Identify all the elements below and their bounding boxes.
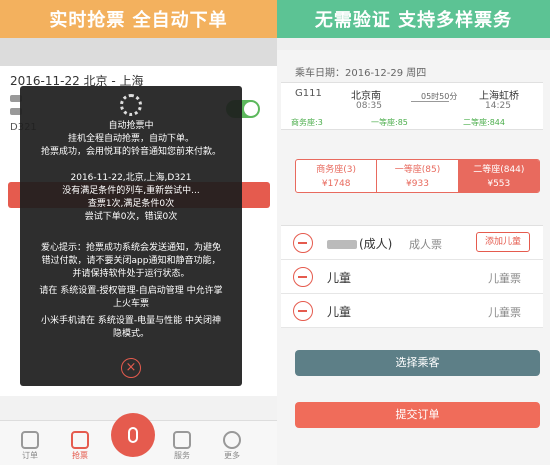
seat-first-count: 一等座:85: [371, 118, 408, 127]
train-number: G111: [295, 88, 322, 99]
dialog-line: 没有满足条件的列车,重新尝试中...: [62, 186, 200, 196]
dialog-line: 2016-11-22,北京,上海,D321: [70, 173, 192, 183]
nav-label: 订单: [22, 451, 38, 460]
dialog-line: 上火车票: [112, 299, 149, 309]
seat-name: 一等座(85): [394, 165, 441, 175]
left-banner: 实时抢票 全自动下单: [0, 0, 277, 38]
passenger-name: 儿童: [327, 271, 352, 285]
remove-passenger-icon[interactable]: [293, 301, 313, 321]
dialog-line: 请在 系统设置-授权管理-自启动管理 中允许掌: [39, 286, 223, 296]
arrow-icon: [411, 101, 449, 102]
nav-orders[interactable]: 订单: [10, 431, 50, 461]
to-time: 14:25: [485, 101, 511, 111]
train-card[interactable]: G111 北京南 08:35 05时50分 上海虹桥 14:25 商务座:3 一…: [281, 82, 543, 130]
nav-label: 服务: [174, 451, 190, 460]
ride-date: 乘车日期：2016-12-29 周四: [295, 68, 427, 79]
dialog-line: 小米手机请在 系统设置-电量与性能 中关闭神: [41, 316, 221, 326]
from-station: 北京南: [351, 91, 381, 102]
ticket-type: 成人票: [409, 238, 442, 251]
list-item: 儿童 儿童票: [281, 294, 543, 328]
remove-passenger-icon[interactable]: [293, 267, 313, 287]
dialog-line: 查票1次,满足条件0次: [87, 199, 175, 209]
status-bar: [0, 38, 277, 66]
seat-type-tabs: 商务座(3) ¥1748 一等座(85) ¥933 二等座(844) ¥553: [295, 159, 540, 193]
left-screenshot: 实时抢票 全自动下单 2016-11-22 北京 - 上海 D321 自动抢票中…: [0, 0, 277, 465]
seat-name: 商务座(3): [316, 165, 357, 175]
right-screenshot: 无需验证 支持多样票务 乘车日期：2016-12-29 周四 G111 北京南 …: [277, 0, 550, 465]
ticket-type: 儿童票: [488, 272, 521, 285]
passenger-name: 儿童: [327, 305, 352, 319]
seat-business-count: 商务座:3: [291, 118, 323, 127]
seat-price: ¥553: [487, 179, 511, 189]
nav-label: 抢票: [72, 451, 88, 460]
select-passenger-button[interactable]: 选择乘客: [295, 350, 540, 376]
dialog-line: 爱心提示：抢票成功系统会发送通知，为避免: [40, 243, 221, 253]
seat-price: ¥1748: [321, 179, 351, 189]
nav-service[interactable]: 服务: [162, 431, 202, 461]
close-icon[interactable]: ×: [121, 358, 141, 378]
grab-progress-dialog: 自动抢票中 挂机全程自动抢票，自动下单。 抢票成功，会用悦耳的铃音通知您前来付款…: [20, 86, 242, 386]
status-bar: [277, 38, 550, 50]
seat-price: ¥933: [406, 179, 429, 189]
order-icon: [21, 431, 39, 449]
voice-button[interactable]: [111, 413, 155, 457]
ticket-type: 儿童票: [488, 306, 521, 319]
tab-business[interactable]: 商务座(3) ¥1748: [296, 160, 378, 192]
add-child-button[interactable]: 添加儿童: [476, 232, 530, 252]
ticket-icon: [71, 431, 89, 449]
remove-passenger-icon[interactable]: [293, 233, 313, 253]
passenger-list: (成人) 成人票 添加儿童 儿童 儿童票 儿童 儿童票: [281, 225, 543, 328]
from-time: 08:35: [356, 101, 382, 111]
tab-second-class[interactable]: 二等座(844) ¥553: [458, 160, 539, 192]
passenger-name-suffix: (成人): [359, 237, 393, 251]
mic-icon: [128, 427, 138, 443]
nav-grab[interactable]: 抢票: [60, 431, 100, 461]
list-item: 儿童 儿童票: [281, 260, 543, 294]
seat-name: 二等座(844): [473, 165, 525, 175]
right-banner: 无需验证 支持多样票务: [277, 0, 550, 38]
seat-second-count: 二等座:844: [463, 118, 505, 127]
dialog-line: 尝试下单0次，错误0次: [84, 212, 178, 222]
dialog-line: 挂机全程自动抢票，自动下单。: [67, 134, 194, 144]
user-icon: [223, 431, 241, 449]
dialog-line: 隐模式。: [112, 329, 149, 339]
submit-order-button[interactable]: 提交订单: [295, 402, 540, 428]
dialog-line: 抢票成功，会用悦耳的铃音通知您前来付款。: [40, 147, 221, 157]
nav-label: 更多: [224, 451, 240, 460]
to-station: 上海虹桥: [479, 91, 519, 102]
nav-more[interactable]: 更多: [212, 431, 252, 461]
list-item: (成人) 成人票 添加儿童: [281, 226, 543, 260]
dialog-line: 自动抢票中: [108, 121, 154, 131]
tab-first-class[interactable]: 一等座(85) ¥933: [377, 160, 459, 192]
cart-icon: [173, 431, 191, 449]
dialog-line: 错过付款，请不要关闭app通知和静音功能，: [41, 256, 221, 266]
dialog-line: 并请保持软件处于运行状态。: [72, 269, 190, 279]
loading-spinner-icon: [120, 94, 142, 116]
blurred-name: [327, 240, 357, 249]
passenger-name: (成人): [327, 235, 392, 252]
